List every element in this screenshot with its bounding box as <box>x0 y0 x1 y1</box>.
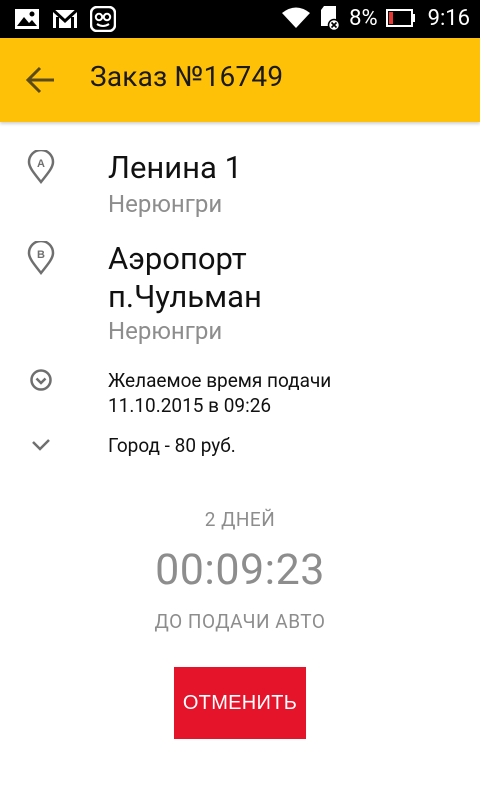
from-city: Нерюнгри <box>108 190 223 218</box>
system-status: 8% 9:16 <box>281 4 470 32</box>
tariff-text: Город - 80 руб. <box>108 434 236 457</box>
app-bar: Заказ №16749 <box>0 38 480 122</box>
marker-a-icon: A <box>27 150 55 184</box>
back-button[interactable] <box>24 64 60 96</box>
countdown-days: 2 ДНЕЙ <box>204 508 276 531</box>
to-city: Нерюнгри <box>108 317 223 345</box>
countdown-timer: 00:09:23 <box>155 545 325 595</box>
svg-text:A: A <box>37 158 45 170</box>
check-icon <box>32 439 50 451</box>
clock-time: 9:16 <box>427 5 470 31</box>
to-address-line1: Аэропорт <box>108 240 247 277</box>
sd-card-icon <box>321 6 341 32</box>
cancel-button[interactable]: ОТМЕНИТЬ <box>174 667 306 739</box>
battery-icon <box>385 9 415 27</box>
notification-icons <box>14 6 116 32</box>
to-address-line2: п.Чульман <box>108 278 262 315</box>
from-address: Ленина 1 <box>108 149 243 186</box>
pickup-label: Желаемое время подачи <box>108 369 332 392</box>
battery-percent: 8% <box>349 5 378 31</box>
wifi-icon <box>282 7 311 28</box>
messenger-icon <box>90 6 116 32</box>
pickup-datetime: 11.10.2015 в 09:26 <box>108 394 272 417</box>
countdown-caption: ДО ПОДАЧИ АВТО <box>154 610 326 633</box>
gmail-icon <box>52 8 78 28</box>
gallery-icon <box>15 9 39 29</box>
arrow-back-icon <box>25 66 54 94</box>
marker-b-icon: B <box>27 241 55 275</box>
clock-icon <box>30 369 52 391</box>
svg-text:B: B <box>37 249 45 261</box>
page-title: Заказ №16749 <box>90 60 284 93</box>
status-bar: 8% 9:16 <box>0 0 480 38</box>
